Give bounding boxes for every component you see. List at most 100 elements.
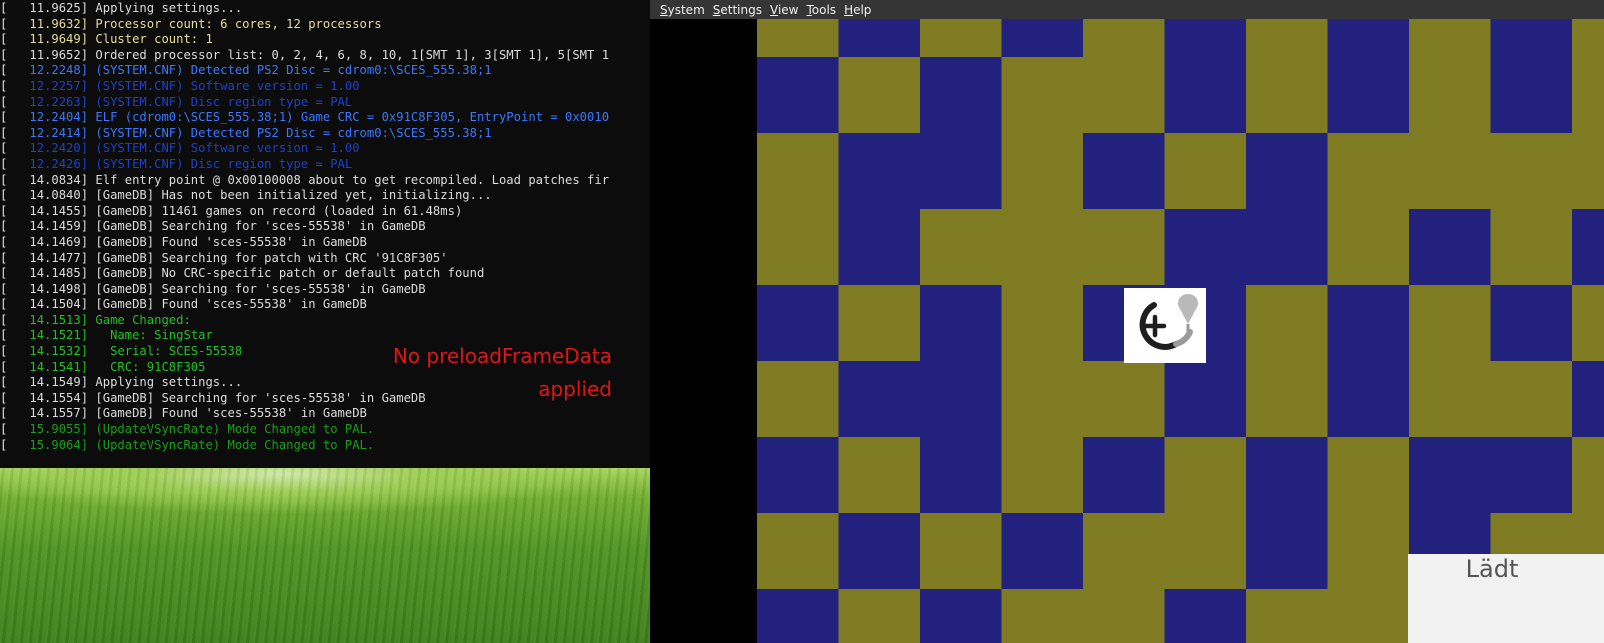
console-line: [ 11.9625] Applying settings... xyxy=(0,1,650,17)
checker-cell xyxy=(757,57,839,134)
checker-cell xyxy=(1490,57,1573,134)
menu-settings[interactable]: Settings xyxy=(713,3,762,17)
checker-cell xyxy=(838,285,921,362)
checker-cell xyxy=(838,133,921,210)
desktop-wallpaper xyxy=(0,468,650,643)
console-line: [ 12.2426] (SYSTEM.CNF) Disc region type… xyxy=(0,157,650,173)
timestamp: 14.1521 xyxy=(7,328,81,343)
bracket-close: ] xyxy=(80,110,96,125)
bracket-close: ] xyxy=(80,422,96,437)
checker-cell xyxy=(1001,285,1084,362)
checker-cell xyxy=(757,133,839,210)
checker-cell xyxy=(1572,437,1604,514)
checker-cell xyxy=(1164,437,1247,514)
message: Ordered processor list: 0, 2, 4, 6, 8, 1… xyxy=(95,47,610,62)
checker-cell xyxy=(1327,209,1410,286)
console-line: [ 14.1504] [GameDB] Found 'sces-55538' i… xyxy=(0,297,650,313)
timestamp: 12.2263 xyxy=(7,94,81,109)
bracket-close: ] xyxy=(80,328,96,343)
menu-view[interactable]: View xyxy=(770,3,798,17)
menu-tools[interactable]: Tools xyxy=(806,3,836,17)
console-line: [ 14.1513] Game Changed: xyxy=(0,313,650,329)
bracket-close: ] xyxy=(80,203,96,218)
console-line: [ 12.2404] ELF (cdrom0:\SCES_555.38;1) G… xyxy=(0,110,650,126)
checker-cell xyxy=(1490,437,1573,514)
console-line: [ 14.1485] [GameDB] No CRC-specific patc… xyxy=(0,266,650,282)
console-line: [ 14.0840] [GameDB] Has not been initial… xyxy=(0,188,650,204)
checker-cell xyxy=(757,361,839,438)
checker-cell xyxy=(1001,437,1084,514)
message: [GameDB] Found 'sces-55538' in GameDB xyxy=(95,297,367,312)
checker-cell xyxy=(1490,19,1573,58)
bracket-close: ] xyxy=(80,1,96,15)
message: [GameDB] Searching for 'sces-55538' in G… xyxy=(95,281,426,296)
checker-cell xyxy=(838,209,921,286)
checker-cell xyxy=(1246,209,1328,286)
bracket-close: ] xyxy=(80,94,96,109)
checker-cell xyxy=(757,589,839,643)
checker-cell xyxy=(1083,589,1165,643)
annotation-line-2: applied xyxy=(538,377,612,401)
menu-help[interactable]: Help xyxy=(844,3,871,17)
checker-cell xyxy=(920,209,1002,286)
bracket-close: ] xyxy=(80,250,96,265)
timestamp: 12.2257 xyxy=(7,78,81,93)
console-line: [ 12.2420] (SYSTEM.CNF) Software version… xyxy=(0,141,650,157)
message: Processor count: 6 cores, 12 processors xyxy=(95,16,382,31)
checker-cell xyxy=(1246,589,1328,643)
menu-bar: System Settings View Tools Help xyxy=(650,0,1604,19)
message: [GameDB] Searching for patch with CRC '9… xyxy=(95,250,448,265)
timestamp: 12.2426 xyxy=(7,156,81,171)
bracket-close: ] xyxy=(80,156,96,171)
checker-cell xyxy=(838,513,921,590)
bracket-close: ] xyxy=(80,172,96,187)
checker-cell xyxy=(1490,133,1573,210)
timestamp: 14.1541 xyxy=(7,359,81,374)
checker-cell xyxy=(920,19,1002,58)
checker-cell xyxy=(1409,133,1491,210)
checker-cell xyxy=(1327,285,1410,362)
message: [GameDB] 11461 games on record (loaded i… xyxy=(95,203,463,218)
checker-cell xyxy=(1409,361,1491,438)
console-line: [ 14.0834] Elf entry point @ 0x00100008 … xyxy=(0,173,650,189)
console-line: [ 14.1477] [GameDB] Searching for patch … xyxy=(0,251,650,267)
message: (SYSTEM.CNF) Disc region type = PAL xyxy=(95,156,353,171)
checker-cell xyxy=(1572,285,1604,362)
checker-cell xyxy=(1572,57,1604,134)
bracket-close: ] xyxy=(80,63,96,78)
checker-cell xyxy=(1246,437,1328,514)
console-window: [ 11.9625] Applying settings...[ 11.9632… xyxy=(0,0,650,468)
checker-cell xyxy=(1572,133,1604,210)
checker-cell xyxy=(920,513,1002,590)
checker-cell xyxy=(1001,361,1084,438)
game-display[interactable]: Lädt xyxy=(757,19,1604,643)
message: [GameDB] No CRC-specific patch or defaul… xyxy=(95,266,485,281)
checker-cell xyxy=(838,361,921,438)
checker-cell xyxy=(920,133,1002,210)
checker-cell xyxy=(1246,285,1328,362)
message: (SYSTEM.CNF) Software version = 1.00 xyxy=(95,78,360,93)
checker-cell xyxy=(1572,361,1604,438)
timestamp: 15.9064 xyxy=(7,437,81,452)
timestamp: 14.1557 xyxy=(7,406,81,421)
bracket-close: ] xyxy=(80,359,96,374)
timestamp: 14.1498 xyxy=(7,281,81,296)
checker-cell xyxy=(1327,19,1410,58)
console-line: [ 12.2414] (SYSTEM.CNF) Detected PS2 Dis… xyxy=(0,126,650,142)
checker-cell xyxy=(920,361,1002,438)
timestamp: 14.1513 xyxy=(7,312,81,327)
bracket-close: ] xyxy=(80,297,96,312)
console-line: [ 11.9652] Ordered processor list: 0, 2,… xyxy=(0,48,650,64)
timestamp: 14.1485 xyxy=(7,266,81,281)
checker-cell xyxy=(1327,437,1410,514)
message: Elf entry point @ 0x00100008 about to ge… xyxy=(95,172,610,187)
checker-cell xyxy=(1001,513,1084,590)
checker-cell xyxy=(920,437,1002,514)
timestamp: 14.1469 xyxy=(7,234,81,249)
menu-system[interactable]: System xyxy=(660,3,705,17)
bracket-close: ] xyxy=(80,78,96,93)
loading-label: Lädt xyxy=(1465,555,1519,583)
checker-cell xyxy=(1164,589,1247,643)
bracket-close: ] xyxy=(80,16,96,31)
checker-cell xyxy=(1327,57,1410,134)
